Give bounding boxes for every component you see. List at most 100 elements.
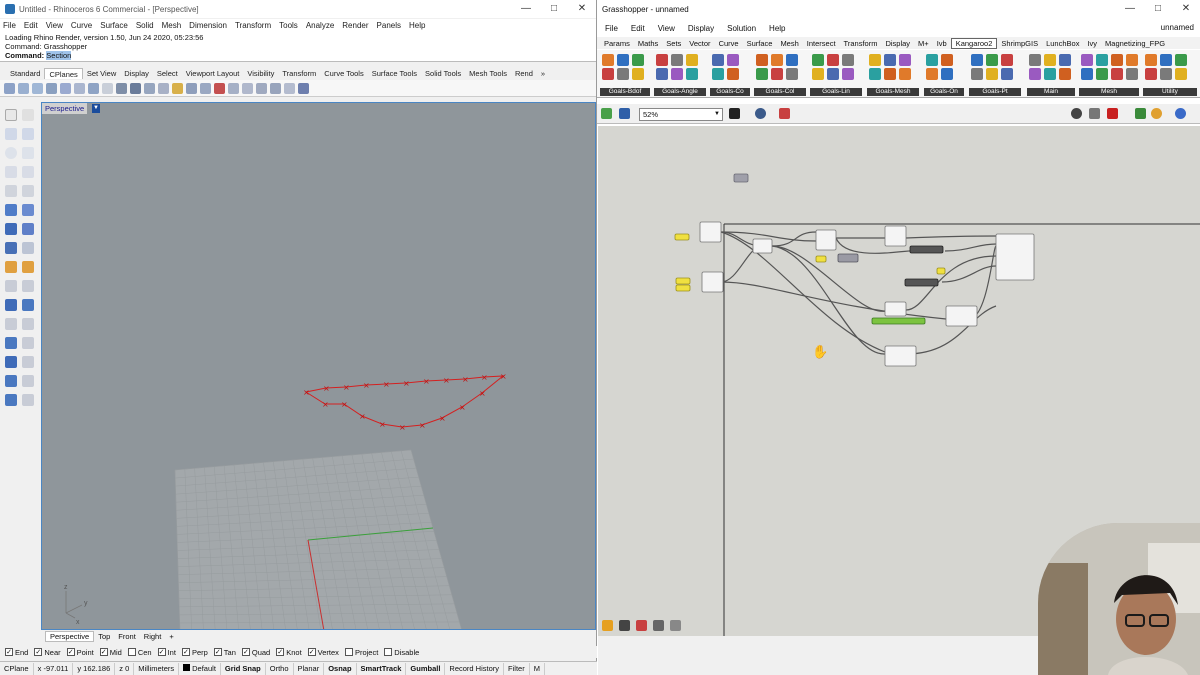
- menu-item-surface[interactable]: Surface: [100, 21, 128, 30]
- kangaroo-component-icon[interactable]: [686, 54, 698, 66]
- osnap-perp[interactable]: ✓ Perp: [181, 648, 208, 657]
- number-slider[interactable]: [815, 255, 827, 263]
- menu-item-solid[interactable]: Solid: [136, 21, 154, 30]
- osnap-mid[interactable]: ✓ Mid: [99, 648, 122, 657]
- preview-mesh-icon[interactable]: [1071, 108, 1082, 119]
- close-icon[interactable]: ✕: [568, 0, 596, 18]
- box-icon[interactable]: [5, 223, 17, 235]
- render-icon[interactable]: [22, 261, 34, 273]
- menu-item-panels[interactable]: Panels: [377, 21, 401, 30]
- kangaroo-component-icon[interactable]: [1126, 68, 1138, 80]
- grid-icon[interactable]: [130, 82, 141, 94]
- control-point-marker[interactable]: ×: [343, 383, 350, 392]
- kangaroo-component-icon[interactable]: [941, 54, 953, 66]
- kangaroo-component-icon[interactable]: [926, 54, 938, 66]
- control-point-marker[interactable]: ×: [359, 412, 366, 421]
- checkbox[interactable]: ✓: [157, 648, 166, 656]
- kangaroo-component-icon[interactable]: [602, 68, 614, 80]
- panel-icon-3[interactable]: [636, 620, 647, 631]
- kangaroo-component-icon[interactable]: [671, 68, 683, 80]
- kangaroo-component-icon[interactable]: [632, 54, 644, 66]
- check-icon[interactable]: [22, 394, 34, 406]
- kangaroo-component-icon[interactable]: [1059, 54, 1071, 66]
- tab-rend[interactable]: Rend: [511, 68, 537, 79]
- tab-mesh-tools[interactable]: Mesh Tools: [465, 68, 511, 79]
- checkbox[interactable]: ✓: [34, 648, 43, 656]
- cplane-redo-icon[interactable]: [270, 82, 281, 94]
- kangaroo-component-icon[interactable]: [1001, 68, 1013, 80]
- control-point-marker[interactable]: ×: [479, 389, 486, 398]
- maximize-icon[interactable]: □: [1144, 0, 1172, 18]
- gh-tab-transform[interactable]: Transform: [840, 39, 882, 48]
- cplane-3pt-icon[interactable]: [116, 82, 127, 94]
- maximize-icon[interactable]: □: [540, 0, 568, 18]
- kangaroo-component-icon[interactable]: [842, 54, 854, 66]
- gh-tab-ivb[interactable]: Ivb: [933, 39, 951, 48]
- panel-icon-5[interactable]: [670, 620, 681, 631]
- osnap-disable[interactable]: Disable: [384, 648, 419, 657]
- viewport-tab-top[interactable]: Top: [94, 632, 114, 641]
- panel-icon-1[interactable]: [602, 620, 613, 631]
- status-toggle-filter[interactable]: Filter: [504, 662, 530, 675]
- fillet-curve-icon[interactable]: [22, 185, 34, 197]
- cplane-object-icon[interactable]: [88, 82, 99, 94]
- menu-item-help[interactable]: Help: [409, 21, 425, 30]
- control-point-marker[interactable]: ×: [403, 379, 410, 388]
- status-toggle-planar[interactable]: Planar: [294, 662, 325, 675]
- osnap-near[interactable]: ✓ Near: [34, 648, 61, 657]
- kangaroo-component-icon[interactable]: [884, 68, 896, 80]
- control-point-marker[interactable]: ×: [462, 375, 469, 384]
- component[interactable]: [699, 221, 722, 243]
- kangaroo-component-icon[interactable]: [1145, 68, 1157, 80]
- light-icon[interactable]: [5, 261, 17, 273]
- component[interactable]: [884, 301, 907, 317]
- display-icon[interactable]: [1175, 108, 1186, 119]
- kangaroo-component-icon[interactable]: [1175, 68, 1187, 80]
- kangaroo-component-icon[interactable]: [1096, 68, 1108, 80]
- open-file-icon[interactable]: [601, 108, 612, 119]
- kangaroo-component-icon[interactable]: [1081, 54, 1093, 66]
- minimize-icon[interactable]: —: [512, 0, 540, 18]
- control-point-marker[interactable]: ×: [439, 414, 446, 423]
- cplane-curve-icon[interactable]: [214, 82, 225, 94]
- kangaroo-component-icon[interactable]: [617, 54, 629, 66]
- kangaroo-component-icon[interactable]: [1145, 54, 1157, 66]
- cplane-front-icon[interactable]: [32, 82, 43, 94]
- gh-menu-item-solution[interactable]: Solution: [727, 24, 756, 33]
- number-slider[interactable]: [936, 267, 946, 275]
- viewport-title[interactable]: Perspective: [42, 103, 88, 114]
- minimize-icon[interactable]: —: [1116, 0, 1144, 18]
- command-input[interactable]: Section: [46, 51, 72, 60]
- kangaroo-component-icon[interactable]: [632, 68, 644, 80]
- kangaroo-component-icon[interactable]: [786, 54, 798, 66]
- pen-icon[interactable]: [779, 108, 790, 119]
- kangaroo-component-icon[interactable]: [1044, 54, 1056, 66]
- menu-item-edit[interactable]: Edit: [24, 21, 38, 30]
- kangaroo-component-icon[interactable]: [756, 54, 768, 66]
- gh-tab-maths[interactable]: Maths: [634, 39, 662, 48]
- number-slider[interactable]: [674, 233, 690, 241]
- close-icon[interactable]: ✕: [1172, 0, 1200, 18]
- zoom-level-select[interactable]: 52% ▼: [639, 108, 723, 121]
- kangaroo-component-icon[interactable]: [1096, 54, 1108, 66]
- gh-tab-sets[interactable]: Sets: [662, 39, 685, 48]
- control-point-marker[interactable]: ×: [500, 372, 507, 381]
- checkbox[interactable]: ✓: [99, 648, 108, 656]
- save-file-icon[interactable]: [619, 108, 630, 119]
- kangaroo-component-icon[interactable]: [812, 68, 824, 80]
- arc-icon[interactable]: [22, 147, 34, 159]
- menu-item-analyze[interactable]: Analyze: [306, 21, 334, 30]
- gh-tab-mesh[interactable]: Mesh: [776, 39, 802, 48]
- gh-tab-intersect[interactable]: Intersect: [803, 39, 840, 48]
- checkbox[interactable]: ✓: [276, 648, 285, 656]
- kangaroo-component-icon[interactable]: [712, 54, 724, 66]
- control-point-marker[interactable]: ×: [383, 380, 390, 389]
- checkbox[interactable]: ✓: [307, 648, 316, 656]
- kangaroo-component-icon[interactable]: [1160, 68, 1172, 80]
- viewport-tab-right[interactable]: Right: [140, 632, 166, 641]
- component[interactable]: [815, 229, 837, 251]
- checkbox[interactable]: ✓: [66, 648, 75, 656]
- gh-menu-item-help[interactable]: Help: [769, 24, 785, 33]
- kangaroo-component-icon[interactable]: [686, 68, 698, 80]
- cplane-set-all-icon[interactable]: [284, 82, 295, 94]
